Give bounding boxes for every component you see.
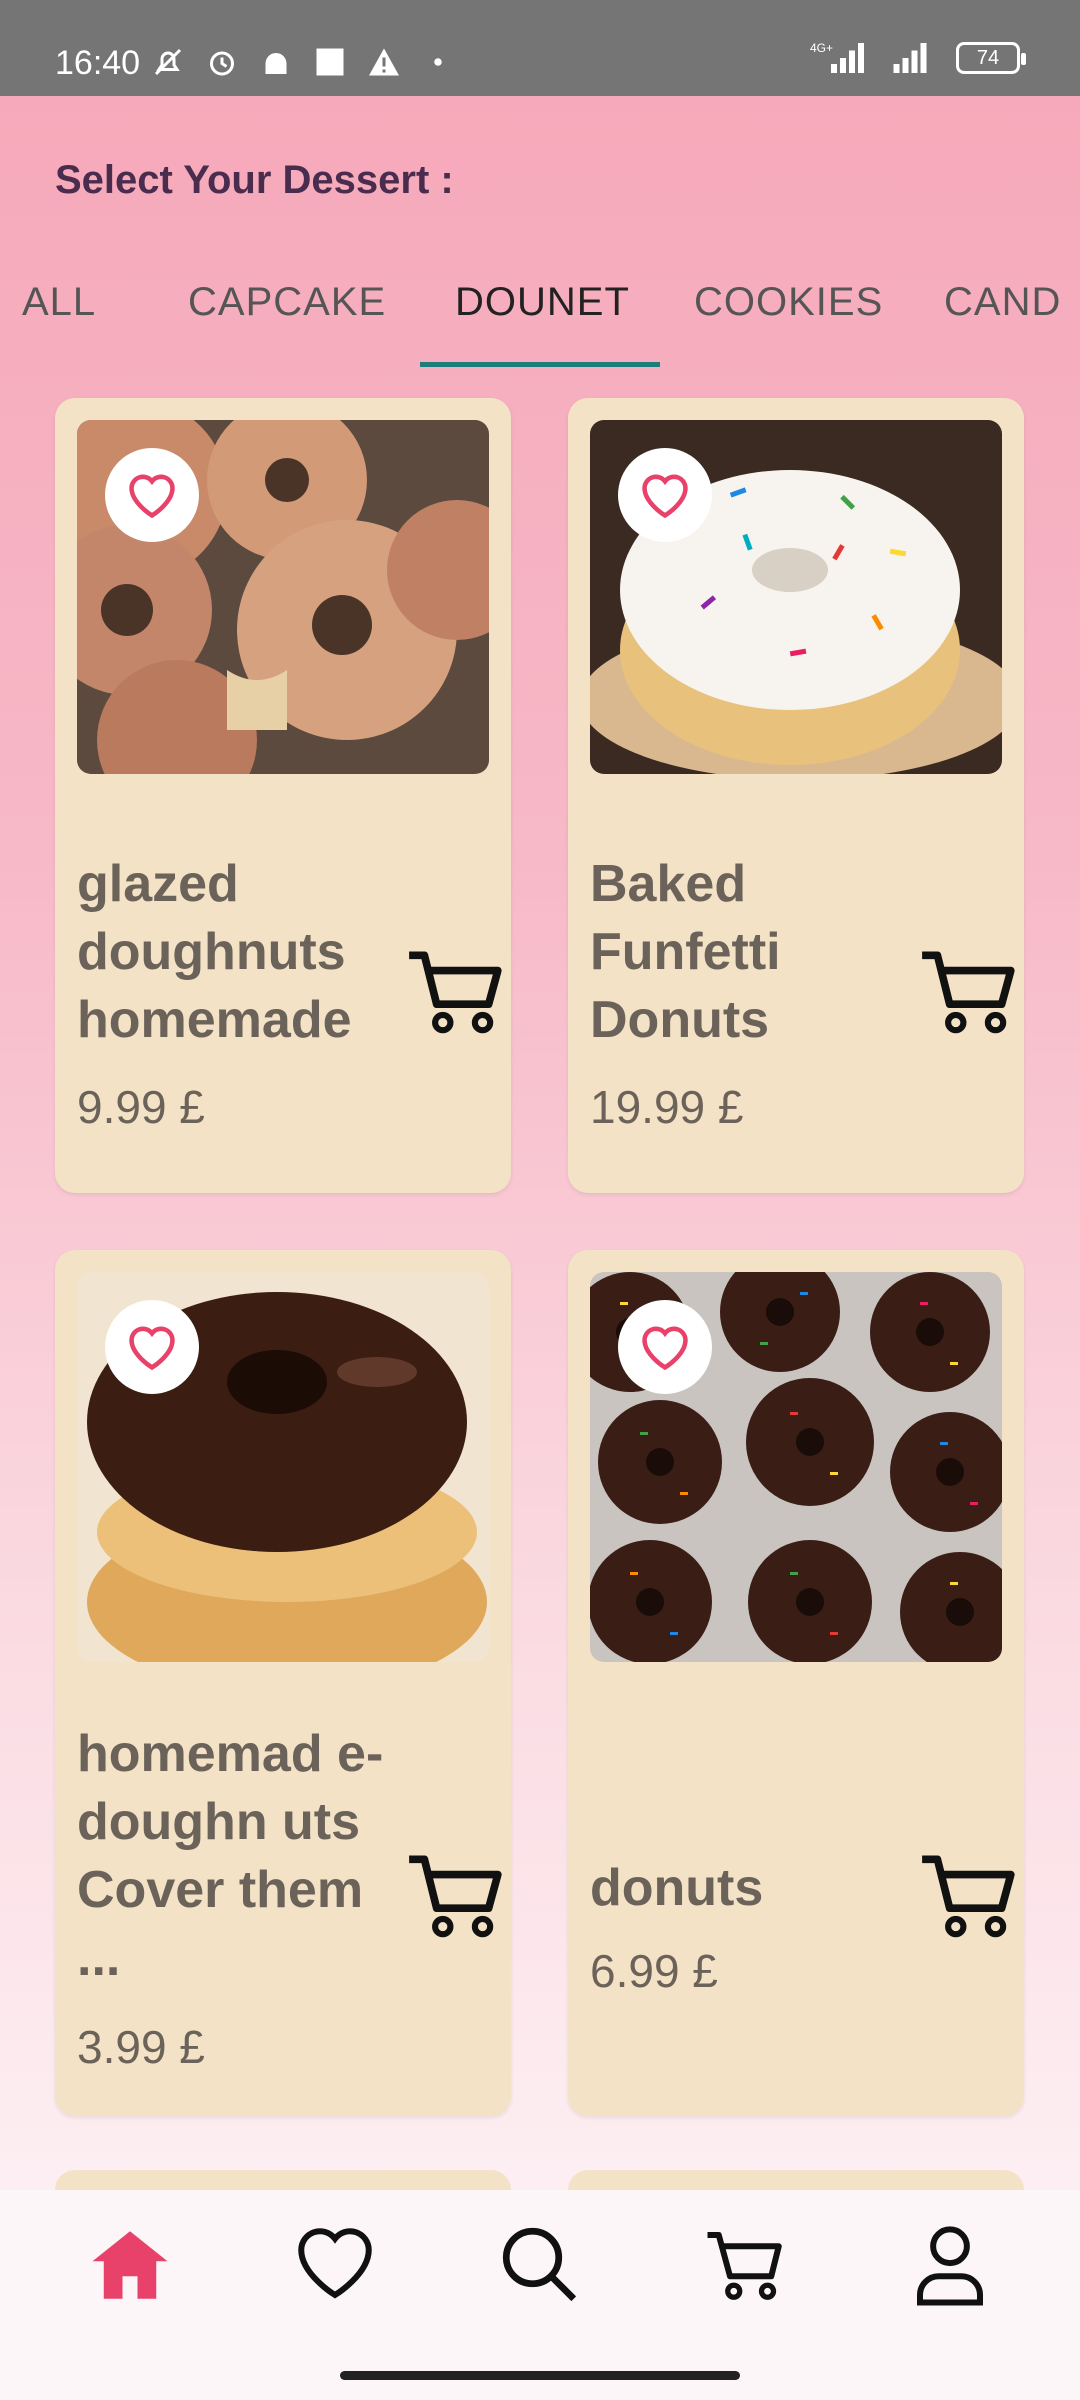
notification-square-icon [316,48,344,76]
status-bar: 16:40 4G+ 74 [0,0,1080,96]
page-title: Select Your Dessert : [55,158,454,202]
heart-outline-icon [129,1326,175,1371]
product-name: donuts [590,1859,764,1917]
product-card[interactable]: glazed doughnuts homemade 9.99 £ [55,398,511,1193]
product-price: 6.99 £ [590,1945,718,1997]
product-price: 19.99 £ [590,1081,744,1133]
add-to-cart-button[interactable] [403,946,507,1038]
add-to-cart-button[interactable] [916,1850,1020,1942]
product-card[interactable]: Baked Funfetti Donuts 19.99 £ [568,398,1024,1193]
favorite-button[interactable] [618,1300,712,1394]
svg-text:4G+: 4G+ [810,41,833,55]
tab-all[interactable]: ALL [22,280,96,325]
product-price: 9.99 £ [77,1081,205,1133]
status-icons-left [150,44,456,80]
profile-icon[interactable] [905,2220,995,2310]
product-card[interactable]: donuts 6.99 £ [568,1250,1024,2116]
mute-icon [154,48,182,76]
add-to-cart-button[interactable] [916,946,1020,1038]
product-name: homemad e-doughn uts Cover them ... [77,1725,384,1987]
tab-indicator [420,362,660,367]
warning-icon [369,48,399,76]
add-to-cart-button[interactable] [403,1850,507,1942]
search-icon[interactable] [495,2220,585,2310]
tab-cookies[interactable]: COOKIES [694,280,883,325]
home-icon[interactable] [85,2220,175,2310]
dot-icon [434,58,442,66]
favorite-button[interactable] [105,1300,199,1394]
category-tabs: ALL CAPCAKE DOUNET COOKIES CAND [0,270,1080,370]
tab-capcake[interactable]: CAPCAKE [188,280,386,325]
product-card[interactable]: homemad e-doughn uts Cover them ... 3.99… [55,1250,511,2116]
product-price: 3.99 £ [77,2021,205,2073]
status-time: 16:40 [55,44,141,82]
battery-indicator: 74 [956,42,1026,74]
product-name: Baked Funfetti Donuts [590,855,781,1049]
heart-outline-icon [129,474,175,519]
favorite-button[interactable] [105,448,199,542]
tab-dounet[interactable]: DOUNET [455,280,630,325]
cart-icon[interactable] [700,2220,790,2310]
tab-candy[interactable]: CAND [944,280,1061,325]
heart-icon[interactable] [290,2220,380,2310]
mosque-icon [265,53,287,74]
bottom-navigation [0,2190,1080,2400]
gesture-home-bar[interactable] [340,2371,740,2380]
status-icons-right: 4G+ 74 [810,40,1026,76]
alarm-icon [210,51,234,76]
heart-outline-icon [642,1326,688,1371]
favorite-button[interactable] [618,448,712,542]
signal-4g-icon: 4G+ [810,41,864,73]
heart-outline-icon [642,474,688,519]
signal-icon [893,43,927,73]
product-name: glazed doughnuts homemade [77,855,352,1049]
